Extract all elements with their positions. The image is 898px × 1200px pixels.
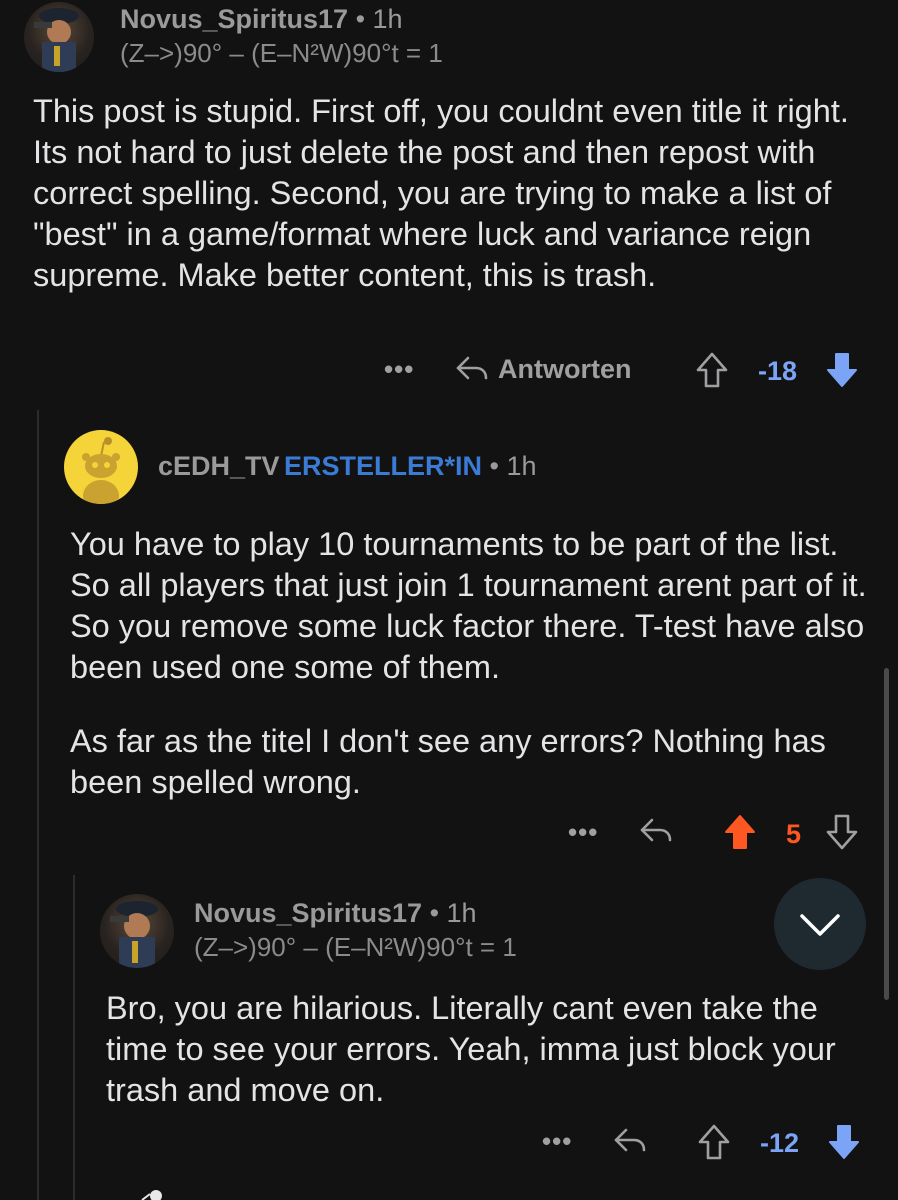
avatar[interactable]	[100, 894, 174, 968]
reply-arrow-icon	[456, 356, 488, 380]
comment-body: This post is stupid. First off, you coul…	[33, 91, 863, 296]
next-comment-avatar[interactable]	[140, 1186, 170, 1200]
score: 5	[786, 819, 802, 849]
comment-header: Novus_Spiritus17 • 1h	[120, 4, 403, 35]
avatar-character-icon	[110, 901, 158, 968]
upvote-button[interactable]	[722, 812, 758, 857]
score: -12	[760, 1128, 800, 1158]
upvote-button[interactable]	[694, 350, 730, 395]
comment-body: You have to play 10 tournaments to be pa…	[70, 524, 870, 803]
comment-paragraph: This post is stupid. First off, you coul…	[33, 93, 849, 293]
avatar[interactable]	[64, 430, 138, 504]
timestamp: • 1h	[348, 4, 403, 34]
timestamp: • 1h	[422, 898, 477, 928]
comment-header: Novus_Spiritus17 • 1h	[194, 898, 477, 929]
avatar[interactable]	[24, 2, 94, 72]
more-options-button[interactable]: •••	[384, 354, 414, 385]
downvote-button[interactable]	[824, 812, 860, 857]
op-badge: ERSTELLER*IN	[284, 451, 483, 481]
username[interactable]: Novus_Spiritus17	[194, 898, 422, 928]
upvote-button[interactable]	[696, 1122, 732, 1167]
comment-body: Bro, you are hilarious. Literally cant e…	[106, 988, 836, 1111]
user-flair: (Z–>)90° – (E–N²W)90°t = 1	[194, 932, 517, 962]
comment-paragraph: You have to play 10 tournaments to be pa…	[70, 526, 867, 685]
username[interactable]: cEDH_TV	[158, 451, 280, 481]
comment-header: cEDH_TV ERSTELLER*IN • 1h	[158, 451, 537, 482]
score: -18	[758, 356, 798, 386]
thread-line-level-1[interactable]	[37, 410, 39, 1200]
reply-label: Antworten	[498, 353, 632, 384]
upvote-arrow-icon	[725, 815, 755, 849]
downvote-arrow-icon	[826, 814, 858, 850]
downvote-arrow-icon	[829, 1125, 859, 1159]
chevron-down-icon	[800, 914, 840, 936]
reply-arrow-icon	[614, 1128, 646, 1152]
timestamp: • 1h	[482, 451, 537, 481]
user-flair: (Z–>)90° – (E–N²W)90°t = 1	[120, 38, 443, 68]
reply-arrow-icon	[640, 818, 672, 842]
next-comment-button[interactable]	[774, 878, 866, 970]
reply-button[interactable]	[612, 1124, 648, 1163]
comment-paragraph: As far as the titel I don't see any erro…	[70, 723, 826, 800]
downvote-button[interactable]	[826, 1122, 862, 1167]
scrollbar-thumb[interactable]	[884, 668, 889, 1000]
reddit-snoo-icon	[82, 437, 120, 504]
more-options-button[interactable]: •••	[568, 817, 598, 848]
upvote-arrow-icon	[696, 352, 728, 388]
upvote-arrow-icon	[698, 1124, 730, 1160]
downvote-button[interactable]	[824, 350, 860, 395]
thread-line-level-2[interactable]	[73, 875, 75, 1200]
downvote-arrow-icon	[827, 353, 857, 387]
reply-button[interactable]: Antworten	[454, 352, 631, 386]
avatar-character-icon	[34, 8, 79, 72]
username[interactable]: Novus_Spiritus17	[120, 4, 348, 34]
avatar-peek-icon	[141, 1190, 162, 1200]
more-options-button[interactable]: •••	[542, 1126, 572, 1157]
comment-paragraph: Bro, you are hilarious. Literally cant e…	[106, 990, 836, 1108]
reply-button[interactable]	[638, 814, 674, 853]
